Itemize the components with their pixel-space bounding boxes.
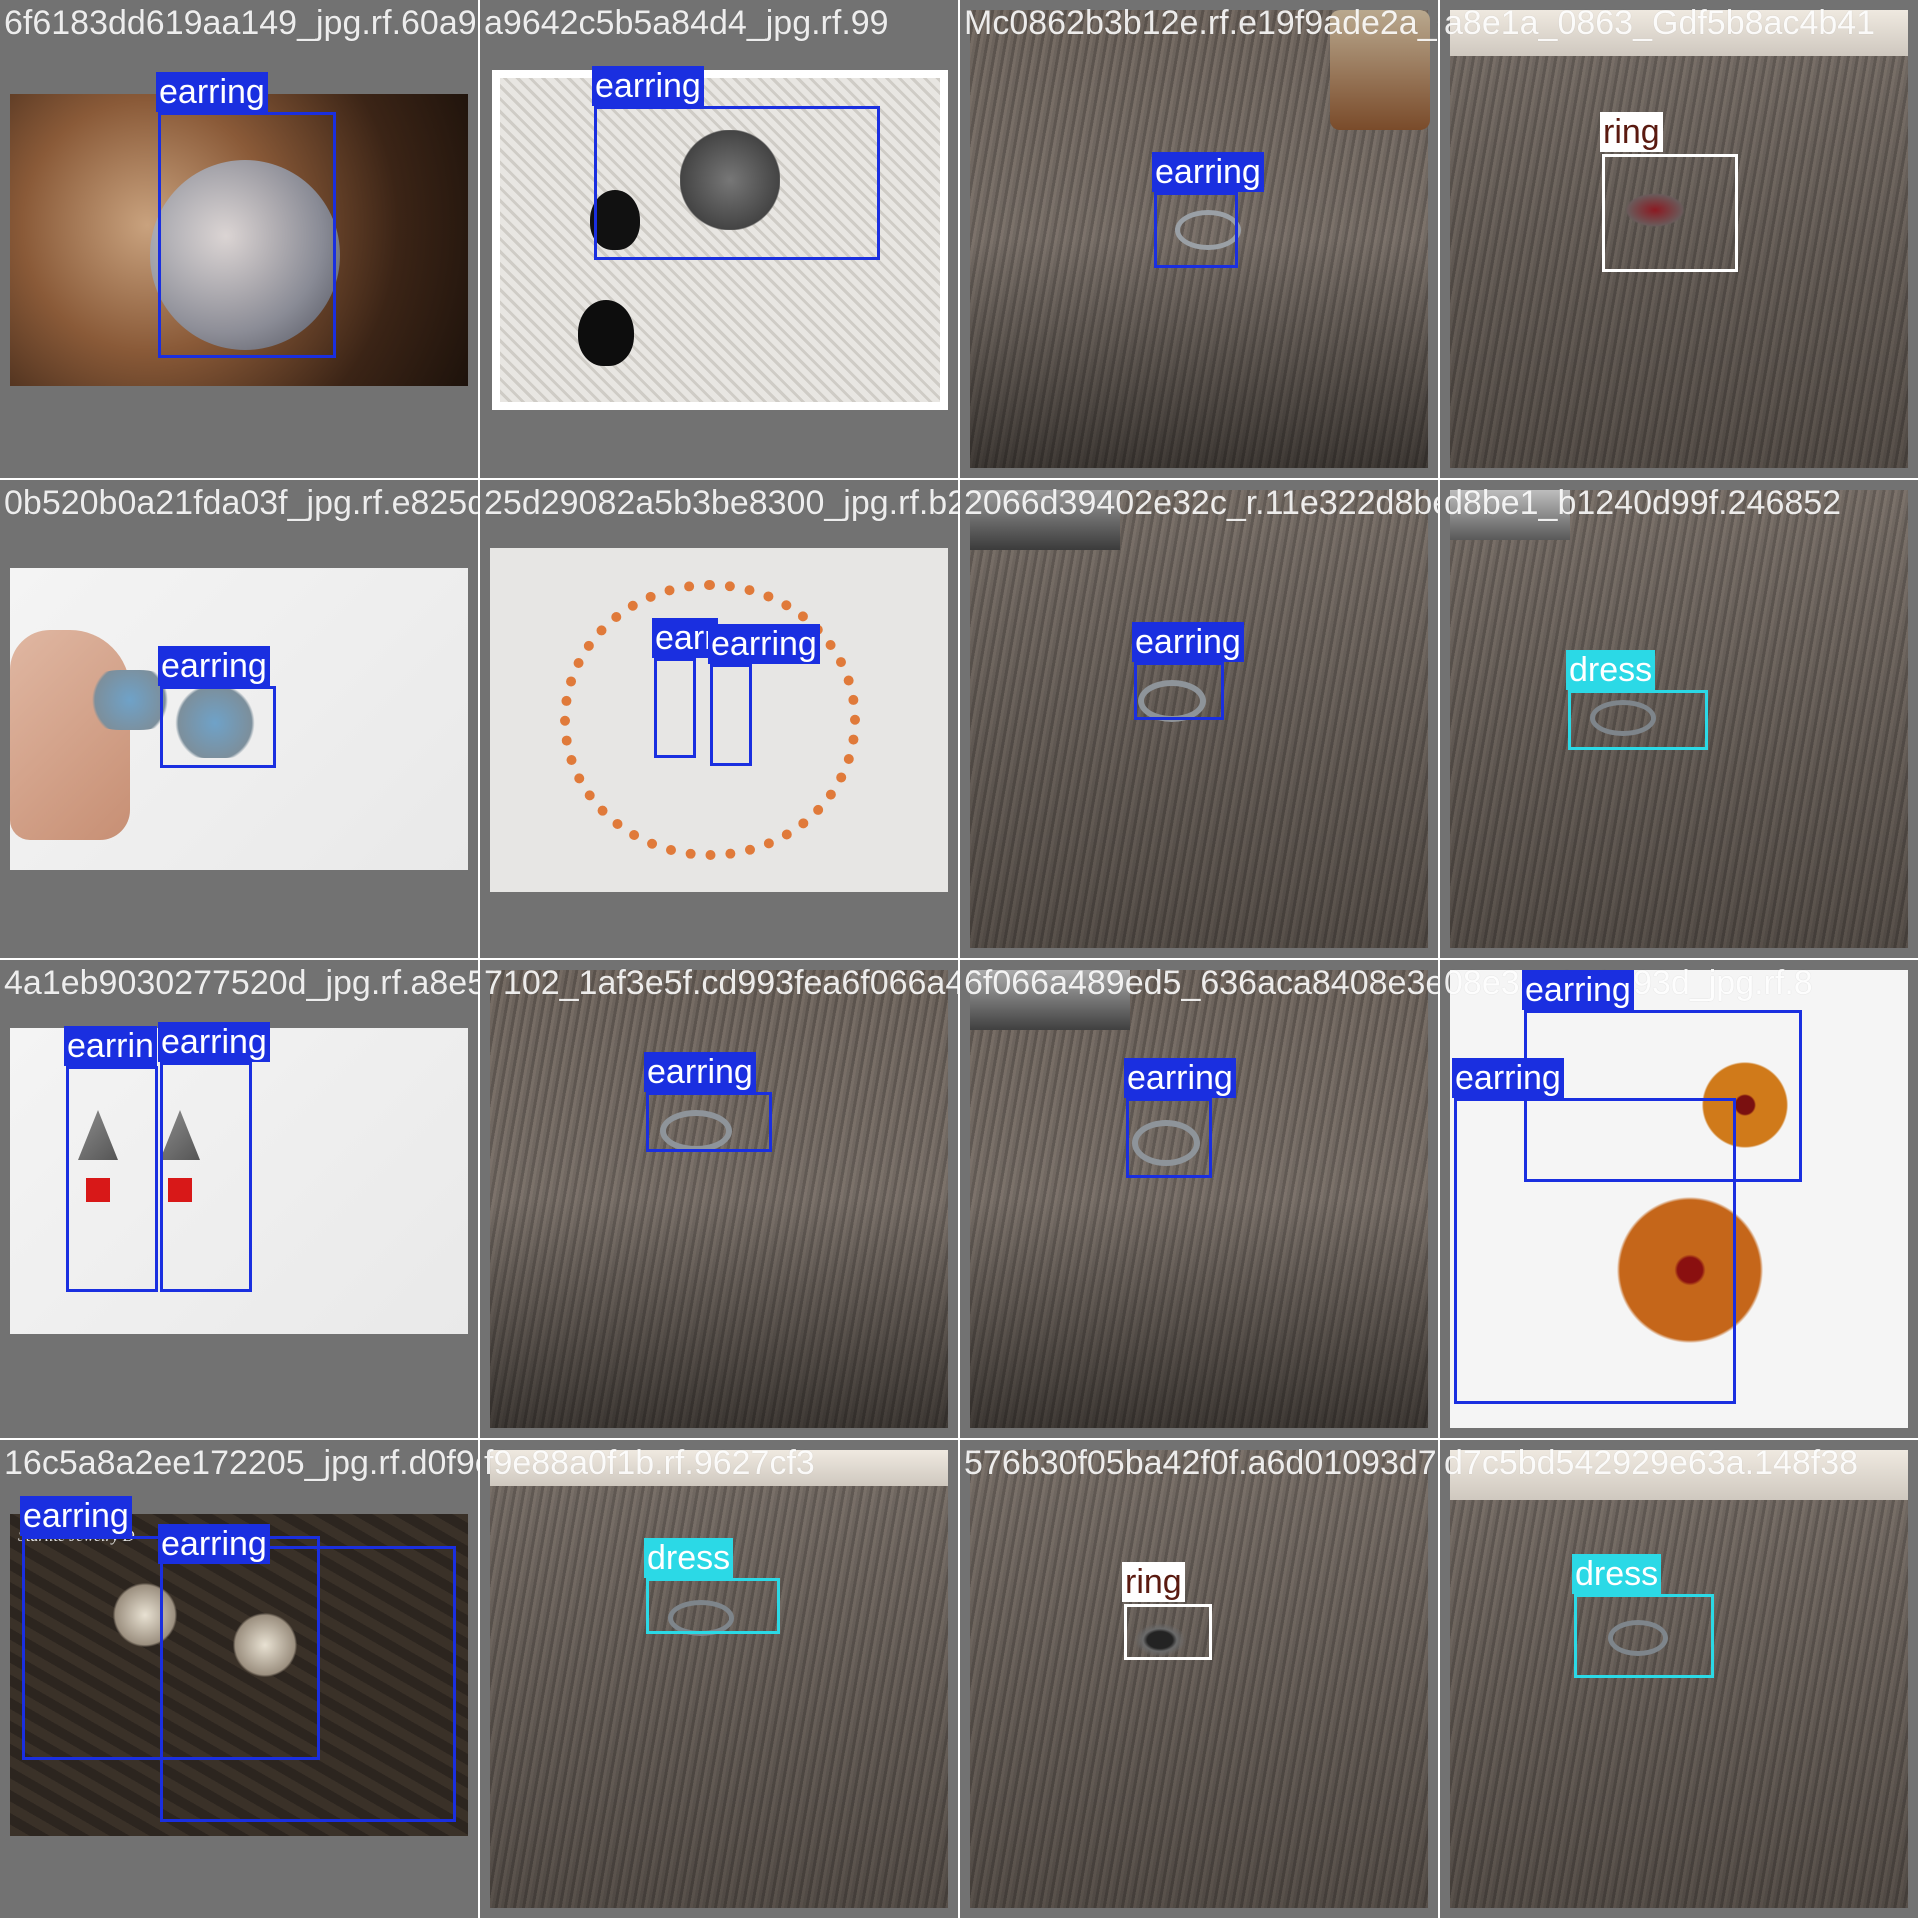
bbox-dress	[1574, 1594, 1714, 1678]
tile-9: 4a1eb9030277520d_jpg.rf.a8e5a7102_1af3e5…	[0, 960, 480, 1440]
tile-10: 7102_1af3e5f.cd993fea6f066a489ed5 earrin…	[480, 960, 960, 1440]
bbox-earring	[160, 1062, 252, 1292]
tile-15: 576b30f05ba42f0f.a6d01093d7c5bd ring	[960, 1440, 1440, 1920]
tile-16: d7c5bd542929e63a.148f38 dress	[1440, 1440, 1920, 1920]
bbox-earring	[1134, 662, 1224, 720]
tile-title: 6f6183dd619aa149_jpg.rf.60a96426c3b5a8d4…	[4, 4, 478, 42]
tile-title: f9e88a0f1b.rf.9627cf3	[484, 1444, 815, 1482]
bbox-ring	[1124, 1604, 1212, 1660]
tile-title: Mc0862b3b12e.rf.e19f9ade2a_0863_Gdf5b8ac…	[964, 4, 1438, 42]
bbox-label: earring	[1452, 1058, 1564, 1098]
bbox-earring	[654, 658, 696, 758]
bbox-label: earring	[158, 646, 270, 686]
tile-title: 4a1eb9030277520d_jpg.rf.a8e5a7102_1af3e5…	[4, 964, 478, 1002]
bbox-earring	[594, 106, 880, 260]
photo	[490, 1450, 948, 1908]
tile-title: a8e1a_0863_Gdf5b8ac4b41	[1444, 4, 1876, 42]
tile-title: 16c5a8a2ee172205_jpg.rf.d0f9e88a0f1b.rf.…	[4, 1444, 478, 1482]
tile-5: 0b520b0a21fda03f_jpg.rf.e825d29082a5b3be…	[0, 480, 480, 960]
bbox-label: earring	[708, 624, 820, 664]
tile-6: 25d29082a5b3be8300_jpg.rf.b2 earr earrin…	[480, 480, 960, 960]
bbox-label: earring	[644, 1052, 756, 1092]
tile-7: 2066d39402e32c_r.11e322d8be1_f.246852 ea…	[960, 480, 1440, 960]
bbox-label: earring	[156, 72, 268, 112]
bbox-earring	[1126, 1098, 1212, 1178]
photo	[1450, 1450, 1908, 1908]
bbox-label: dress	[1572, 1554, 1662, 1594]
tile-title: 0b520b0a21fda03f_jpg.rf.e825d29082a5b3be…	[4, 484, 478, 522]
bbox-earring	[66, 1066, 158, 1292]
tile-8: d8be1_b1240d99f.246852 dress	[1440, 480, 1920, 960]
bbox-label: earring	[158, 1524, 270, 1564]
tile-12: 08e3e4950193d_jpg.rf.8 earring earring	[1440, 960, 1920, 1440]
tile-3: Mc0862b3b12e.rf.e19f9ade2a_0863_Gdf5b8ac…	[960, 0, 1440, 480]
tile-title: 576b30f05ba42f0f.a6d01093d7c5bd	[964, 1444, 1438, 1482]
tile-11: 6f066a489ed5_636aca8408e3e4950193d_jpg.r…	[960, 960, 1440, 1440]
tile-14: f9e88a0f1b.rf.9627cf3 dress	[480, 1440, 960, 1920]
bbox-earring	[1154, 192, 1238, 268]
bbox-label: earring	[20, 1496, 132, 1536]
tile-title: 6f066a489ed5_636aca8408e3e4950193d_jpg.r…	[964, 964, 1440, 1002]
photo	[970, 1450, 1428, 1908]
photo	[490, 970, 948, 1428]
tile-title: 25d29082a5b3be8300_jpg.rf.b2	[484, 484, 960, 522]
bbox-ring	[1602, 154, 1738, 272]
bbox-dress	[646, 1578, 780, 1634]
bbox-label: earring	[592, 66, 704, 106]
bbox-dress	[1568, 690, 1708, 750]
bbox-earring	[160, 1546, 456, 1822]
hand	[10, 630, 130, 840]
tile-title: 7102_1af3e5f.cd993fea6f066a489ed5	[484, 964, 960, 1002]
bbox-label: earring	[1124, 1058, 1236, 1098]
tile-2: a9642c5b5a84d4_jpg.rf.99 earring	[480, 0, 960, 480]
bbox-label: earring	[1522, 970, 1634, 1010]
photo	[970, 970, 1428, 1428]
bbox-earring	[158, 112, 336, 358]
tile-1: 6f6183dd619aa149_jpg.rf.60a96426c3b5a8d4…	[0, 0, 480, 480]
bbox-label: ring	[1600, 112, 1663, 152]
bbox-earring	[160, 686, 276, 768]
bbox-earring	[646, 1092, 772, 1152]
tile-13: Starlite Jewelry D 16c5a8a2ee172205_jpg.…	[0, 1440, 480, 1920]
bbox-earring	[1454, 1098, 1736, 1404]
bbox-label: earring	[1152, 152, 1264, 192]
mosaic-grid: 6f6183dd619aa149_jpg.rf.60a96426c3b5a8d4…	[0, 0, 1920, 1920]
bbox-earring	[710, 664, 752, 766]
bbox-label: dress	[1566, 650, 1656, 690]
earring-drop	[578, 300, 634, 366]
bbox-label: ring	[1122, 1562, 1185, 1602]
bbox-label: earrin	[64, 1026, 157, 1066]
bbox-label: earring	[158, 1022, 270, 1062]
tile-title: 2066d39402e32c_r.11e322d8be1_f.246852	[964, 484, 1440, 522]
bbox-label: earring	[1132, 622, 1244, 662]
tile-4: a8e1a_0863_Gdf5b8ac4b41 ring	[1440, 0, 1920, 480]
tile-title: a9642c5b5a84d4_jpg.rf.99	[484, 4, 889, 42]
tile-title: d7c5bd542929e63a.148f38	[1444, 1444, 1859, 1482]
bbox-label: dress	[644, 1538, 734, 1578]
tile-title: d8be1_b1240d99f.246852	[1444, 484, 1842, 522]
